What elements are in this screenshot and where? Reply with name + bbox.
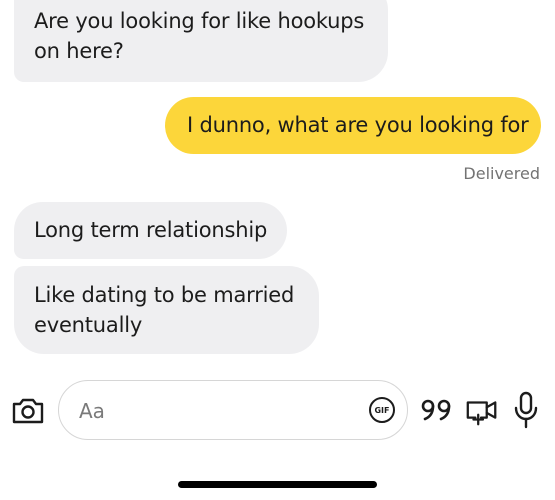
incoming-message[interactable]: Like dating to be married eventually bbox=[14, 266, 319, 354]
camera-button[interactable] bbox=[10, 393, 46, 429]
video-call-icon bbox=[466, 401, 497, 426]
camera-icon bbox=[12, 398, 44, 424]
incoming-message[interactable]: Long term relationship bbox=[14, 202, 287, 259]
microphone-icon bbox=[514, 391, 538, 429]
gif-icon: GIF bbox=[374, 405, 390, 415]
message-composer: GIF bbox=[0, 380, 555, 442]
chat-screen: Are you looking for like hookups on here… bbox=[0, 0, 555, 500]
home-indicator[interactable] bbox=[178, 481, 377, 488]
outgoing-message[interactable]: I dunno, what are you looking for bbox=[165, 97, 541, 154]
message-input-container: GIF bbox=[58, 380, 408, 440]
message-input[interactable] bbox=[79, 395, 349, 427]
video-call-button[interactable] bbox=[464, 393, 500, 429]
microphone-button[interactable] bbox=[512, 391, 540, 429]
incoming-message[interactable]: Are you looking for like hookups on here… bbox=[14, 0, 388, 82]
quote-button[interactable] bbox=[420, 395, 454, 425]
gif-button[interactable]: GIF bbox=[369, 397, 395, 423]
quote-icon bbox=[421, 399, 451, 421]
delivered-status: Delivered bbox=[463, 164, 540, 183]
